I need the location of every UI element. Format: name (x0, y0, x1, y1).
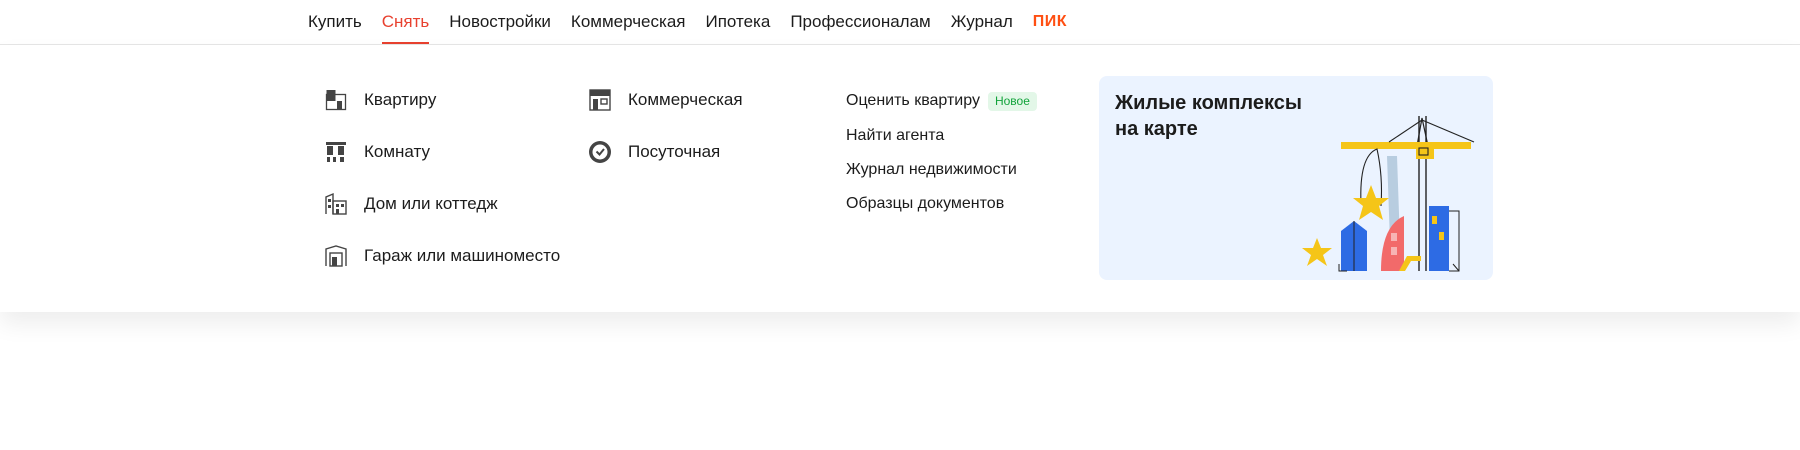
menu-item-label: Посуточная (628, 142, 721, 161)
construction-illustration (1299, 116, 1489, 280)
link-label: Журнал недвижимости (846, 161, 1017, 178)
nav-item-buy[interactable]: Купить (308, 0, 362, 44)
link-label: Оценить квартиру (846, 92, 980, 109)
nav-item-mortgage[interactable]: Ипотека (705, 0, 770, 44)
menu-item-label: Коммерческая (628, 90, 743, 109)
link-document-samples[interactable]: Образцы документов (846, 193, 1004, 215)
promo-card-complexes-map[interactable]: Жилые комплексы на карте (1099, 76, 1493, 280)
link-find-agent[interactable]: Найти агента (846, 125, 944, 147)
house-icon (324, 192, 348, 216)
nav-item-pik-brand[interactable]: ПИК (1033, 0, 1067, 44)
menu-item-label: Гараж или машиноместо (364, 246, 561, 265)
rent-dropdown-panel: Квартиру Комнату Дом или коттедж Гараж и… (0, 45, 1800, 312)
link-realty-journal[interactable]: Журнал недвижимости (846, 159, 1017, 181)
nav-item-professionals[interactable]: Профессионалам (790, 0, 930, 44)
menu-item-room[interactable]: Комнату (324, 139, 430, 165)
nav-item-commercial[interactable]: Коммерческая (571, 0, 686, 44)
menu-item-daily[interactable]: Посуточная (588, 139, 720, 165)
room-icon (324, 140, 348, 164)
apartment-icon (324, 88, 348, 112)
menu-item-label: Квартиру (364, 90, 437, 109)
new-badge: Новое (987, 91, 1037, 111)
nav-item-rent[interactable]: Снять (381, 0, 429, 44)
link-estimate-apartment[interactable]: Оценить квартиру Новое (846, 90, 1037, 112)
promo-title: Жилые комплексы на карте (1115, 92, 1302, 140)
menu-item-label: Дом или коттедж (364, 194, 498, 213)
top-navigation-items: Купить Снять Новостройки Коммерческая Ип… (308, 0, 1087, 44)
clock-icon (588, 140, 612, 164)
link-label: Найти агента (846, 127, 945, 144)
menu-item-commercial[interactable]: Коммерческая (588, 87, 743, 113)
nav-item-new-buildings[interactable]: Новостройки (449, 0, 551, 44)
menu-item-label: Комнату (364, 142, 430, 161)
menu-item-apartment[interactable]: Квартиру (324, 87, 436, 113)
garage-icon (324, 244, 348, 268)
menu-item-garage[interactable]: Гараж или машиноместо (324, 243, 560, 269)
commercial-icon (588, 88, 612, 112)
link-label: Образцы документов (846, 195, 1005, 212)
nav-item-journal[interactable]: Журнал (951, 0, 1013, 44)
menu-item-house[interactable]: Дом или коттедж (324, 191, 498, 217)
top-navigation: Купить Снять Новостройки Коммерческая Ип… (0, 0, 1800, 45)
